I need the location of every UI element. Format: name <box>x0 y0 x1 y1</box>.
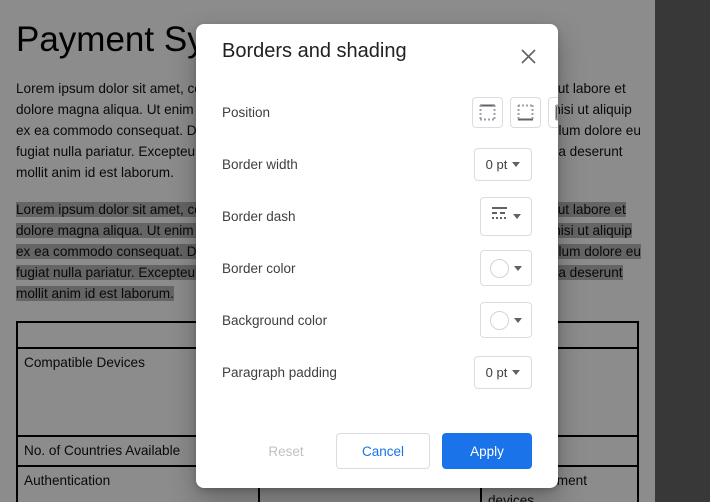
border-width-label: Border width <box>222 156 298 172</box>
border-dash-dropdown[interactable] <box>480 196 532 236</box>
background-color-swatch <box>490 310 509 330</box>
border-color-dropdown[interactable] <box>480 250 532 286</box>
row-border-width: Border width 0 pt <box>222 138 532 190</box>
border-position-left-button[interactable] <box>548 96 558 128</box>
border-dash-label: Border dash <box>222 208 296 224</box>
border-position-top-button[interactable] <box>472 96 503 128</box>
border-bottom-icon <box>517 104 534 121</box>
background-color-dropdown[interactable] <box>480 302 532 338</box>
apply-button[interactable]: Apply <box>442 433 532 469</box>
chevron-down-icon <box>512 369 521 375</box>
paragraph-padding-value: 0 pt <box>485 364 508 380</box>
background-color-label: Background color <box>222 312 328 328</box>
border-top-icon <box>479 104 496 121</box>
border-color-swatch <box>490 258 509 278</box>
paragraph-padding-dropdown[interactable]: 0 pt <box>474 355 532 389</box>
row-position: Position <box>222 86 558 138</box>
dialog-header: Borders and shading <box>196 24 558 86</box>
cancel-button[interactable]: Cancel <box>336 433 430 469</box>
border-left-icon <box>555 104 558 121</box>
borders-and-shading-dialog: Borders and shading Position Border widt… <box>196 24 558 488</box>
border-width-value: 0 pt <box>485 156 508 172</box>
border-color-label: Border color <box>222 260 296 276</box>
row-paragraph-padding: Paragraph padding 0 pt <box>222 346 532 398</box>
chevron-down-icon <box>512 161 521 167</box>
paragraph-padding-label: Paragraph padding <box>222 364 337 380</box>
chevron-down-icon <box>514 265 522 271</box>
border-position-bottom-button[interactable] <box>510 96 541 128</box>
position-button-group <box>472 96 558 128</box>
dialog-footer: Reset Cancel Apply <box>196 414 558 488</box>
reset-button[interactable]: Reset <box>248 433 324 469</box>
dialog-title: Borders and shading <box>222 40 407 62</box>
close-icon[interactable] <box>516 44 540 68</box>
border-width-dropdown[interactable]: 0 pt <box>474 147 532 181</box>
chevron-down-icon <box>514 317 522 323</box>
border-dash-icon <box>491 206 508 226</box>
row-background-color: Background color <box>222 294 532 346</box>
row-border-color: Border color <box>222 242 532 294</box>
dialog-body: Position Border width 0 pt Border dash B… <box>196 86 558 398</box>
chevron-down-icon <box>513 213 521 219</box>
row-border-dash: Border dash <box>222 190 532 242</box>
position-label: Position <box>222 104 271 120</box>
